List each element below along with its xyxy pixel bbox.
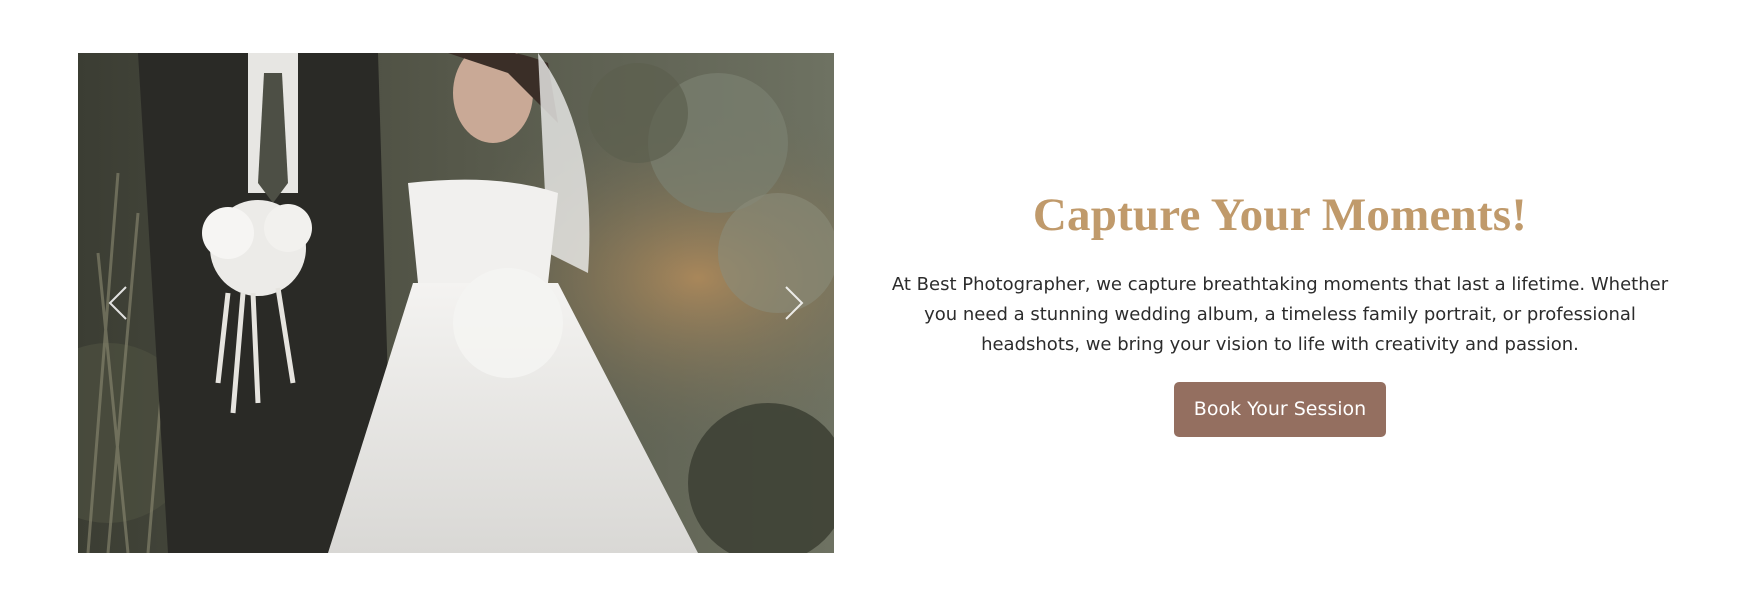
carousel-next-button[interactable] — [772, 273, 816, 333]
wedding-couple-photo — [78, 53, 834, 553]
image-carousel[interactable] — [78, 53, 834, 553]
hero-description: At Best Photographer, we capture breatht… — [891, 273, 1669, 355]
chevron-left-icon — [108, 286, 127, 320]
hero-title: Capture Your Moments! — [1032, 189, 1528, 241]
carousel-prev-button[interactable] — [96, 273, 140, 333]
chevron-right-icon — [785, 286, 804, 320]
book-session-button[interactable]: Book Your Session — [1174, 381, 1386, 437]
page: Capture Your Moments! At Best Photograph… — [0, 0, 1747, 612]
hero-section: Capture Your Moments! At Best Photograph… — [880, 189, 1680, 437]
